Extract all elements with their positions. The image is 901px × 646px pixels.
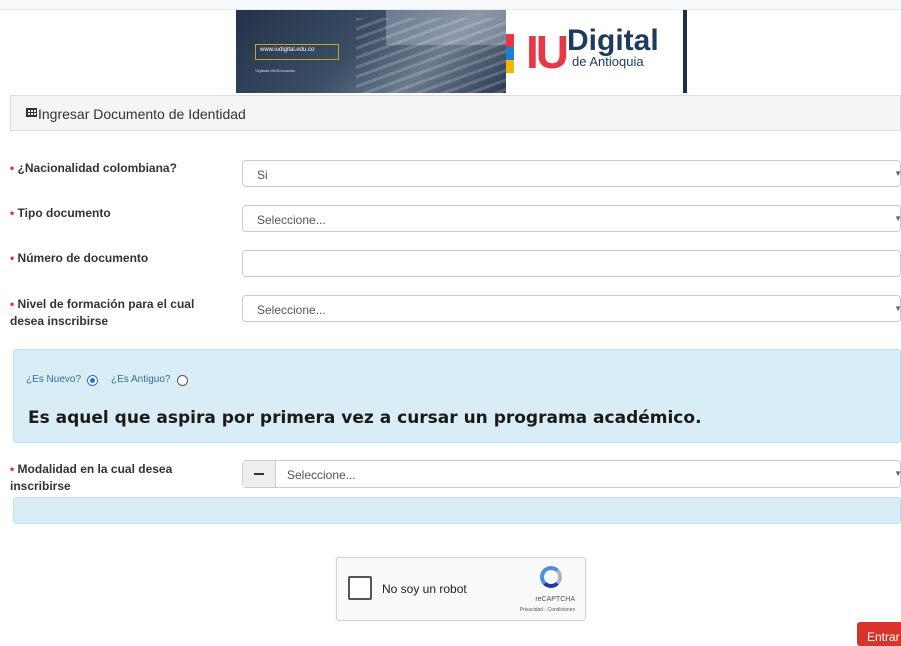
tipo-documento-select[interactable]: Seleccione... ▼ xyxy=(242,205,901,232)
table-icon xyxy=(26,108,37,117)
logo-iu: IU xyxy=(526,26,569,78)
required-mark: • xyxy=(10,462,15,476)
nivel-formacion-label-line2: desea inscribirse xyxy=(10,314,109,328)
required-mark: • xyxy=(10,206,15,220)
panel-heading: Ingresar Documento de Identidad xyxy=(10,95,901,131)
required-mark: • xyxy=(10,251,15,265)
banner-url: www.iudigital.edu.co xyxy=(260,47,315,53)
tipo-documento-label-text: Tipo documento xyxy=(17,206,111,220)
modalidad-value: Seleccione... xyxy=(287,468,356,482)
header-banner: www.iudigital.edu.co Vigilada MinEducaci… xyxy=(236,10,687,93)
chevron-down-icon: ▼ xyxy=(894,304,901,313)
iu-digital-logo: IU Digital de Antioquia xyxy=(506,10,687,93)
aspirante-description: Es aquel que aspira por primera vez a cu… xyxy=(28,408,702,428)
nivel-formacion-label: • Nivel de formación para el cual desea … xyxy=(10,296,194,330)
nivel-formacion-label-line1: Nivel de formación para el cual xyxy=(17,297,195,311)
chevron-down-icon: ▼ xyxy=(894,214,901,223)
logo-digital: Digital xyxy=(567,24,659,57)
antiguo-radio-label[interactable]: ¿Es Antiguo? xyxy=(111,374,170,385)
antiguo-radio[interactable] xyxy=(177,375,188,386)
required-mark: • xyxy=(10,297,15,311)
recaptcha-icon xyxy=(540,566,562,588)
logo-subtitle: de Antioquia xyxy=(572,54,644,69)
logo-bar-yellow xyxy=(506,60,514,73)
modalidad-select[interactable]: Seleccione... ▼ xyxy=(242,460,901,488)
nacionalidad-label: • ¿Nacionalidad colombiana? xyxy=(10,160,177,177)
nacionalidad-select[interactable]: Si ▼ xyxy=(242,160,901,187)
logo-bar-blue xyxy=(506,47,514,60)
banner-photo: www.iudigital.edu.co Vigilada MinEducaci… xyxy=(236,10,506,93)
numero-documento-label: • Número de documento xyxy=(10,250,148,267)
banner-url-box: www.iudigital.edu.co xyxy=(255,44,339,60)
enter-button[interactable]: Entrar xyxy=(857,622,901,646)
recaptcha-checkbox[interactable] xyxy=(348,576,372,600)
chevron-down-icon: ▼ xyxy=(894,469,901,478)
nivel-formacion-value: Seleccione... xyxy=(257,303,326,317)
numero-documento-label-text: Número de documento xyxy=(17,251,149,265)
minus-icon xyxy=(254,473,264,475)
panel-title: Ingresar Documento de Identidad xyxy=(38,106,246,122)
aspirante-info-box: ¿Es Nuevo? ¿Es Antiguo? Es aquel que asp… xyxy=(13,349,901,443)
nuevo-radio-label[interactable]: ¿Es Nuevo? xyxy=(26,374,81,385)
tipo-documento-label: • Tipo documento xyxy=(10,205,111,222)
nacionalidad-label-text: ¿Nacionalidad colombiana? xyxy=(17,161,177,175)
minus-addon[interactable] xyxy=(243,461,276,487)
required-mark: • xyxy=(10,161,15,175)
top-strip xyxy=(0,0,901,10)
modalidad-label-line2: inscribirse xyxy=(10,479,71,493)
modalidad-label: • Modalidad en la cual desea inscribirse xyxy=(10,461,172,495)
modalidad-label-line1: Modalidad en la cual desea xyxy=(17,462,173,476)
numero-documento-input[interactable] xyxy=(242,250,901,277)
nivel-formacion-select[interactable]: Seleccione... ▼ xyxy=(242,295,901,322)
vigilada-text: Vigilada MinEducación xyxy=(255,68,296,73)
modalidad-info-box xyxy=(13,497,901,524)
recaptcha-widget: No soy un robot reCAPTCHA Privacidad - C… xyxy=(336,557,586,621)
nuevo-radio[interactable] xyxy=(87,375,98,386)
recaptcha-label: No soy un robot xyxy=(382,582,467,596)
keyboard-graphic xyxy=(356,18,506,93)
nacionalidad-value: Si xyxy=(257,168,268,182)
tipo-documento-value: Seleccione... xyxy=(257,213,326,227)
chevron-down-icon: ▼ xyxy=(894,169,901,178)
logo-bar-red xyxy=(506,34,514,47)
recaptcha-brand: reCAPTCHA xyxy=(535,596,575,603)
recaptcha-terms-link[interactable]: Privacidad - Condiciones xyxy=(520,607,575,613)
